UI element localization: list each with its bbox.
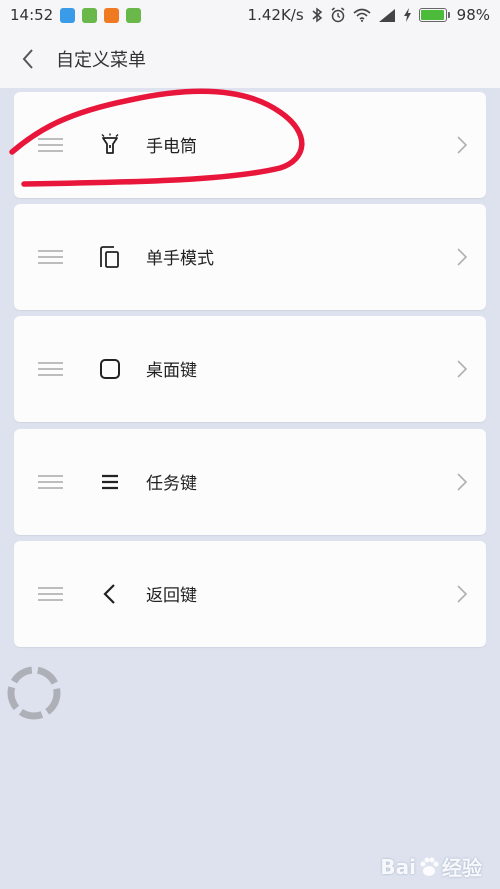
status-bar-left: 14:52	[0, 6, 142, 24]
menu-item-label: 返回键	[146, 586, 197, 606]
battery-percent: 98%	[456, 6, 490, 24]
chevron-right-icon	[457, 585, 468, 603]
usb-icon	[60, 7, 76, 23]
back-key-icon	[103, 584, 115, 604]
menu-item-label: 单手模式	[146, 249, 214, 269]
loading-spinner-icon	[7, 666, 61, 720]
bluetooth-icon	[312, 7, 322, 23]
chevron-right-icon	[457, 360, 468, 378]
network-speed: 1.42K/s	[247, 6, 304, 24]
menu-item-label: 桌面键	[146, 361, 197, 381]
list-item-flashlight[interactable]: 手电筒	[14, 92, 486, 198]
signal-icon	[378, 9, 395, 22]
list-item-back-key[interactable]: 返回键	[14, 541, 486, 647]
task-key-icon	[102, 474, 118, 490]
drag-handle-icon[interactable]	[38, 362, 63, 376]
chevron-right-icon	[457, 136, 468, 154]
app-header: 自定义菜单	[0, 30, 500, 88]
baidu-paw-icon	[420, 857, 439, 876]
page-title: 自定义菜单	[56, 50, 146, 71]
drag-handle-icon[interactable]	[38, 587, 63, 601]
back-button[interactable]	[0, 30, 56, 88]
storage-icon	[82, 7, 98, 23]
list-item-task-key[interactable]: 任务键	[14, 429, 486, 535]
watermark-suffix: 经验	[442, 856, 482, 880]
alarm-icon	[331, 7, 345, 23]
home-key-icon	[100, 359, 120, 379]
baidu-watermark: Bai 经验	[380, 852, 482, 881]
chevron-right-icon	[457, 473, 468, 491]
battery-icon	[418, 8, 450, 22]
one-hand-mode-icon	[100, 246, 119, 268]
clock: 14:52	[10, 6, 54, 24]
drag-handle-icon[interactable]	[38, 138, 63, 152]
charging-icon	[403, 8, 411, 22]
chevron-right-icon	[457, 248, 468, 266]
app-orange-icon	[104, 7, 120, 23]
chevron-left-icon	[22, 49, 33, 69]
menu-item-label: 任务键	[146, 474, 197, 494]
wifi-icon	[353, 8, 371, 22]
drag-handle-icon[interactable]	[38, 475, 63, 489]
list-item-one-hand-mode[interactable]: 单手模式	[14, 204, 486, 310]
watermark-brand: Bai	[380, 854, 416, 879]
android-icon	[126, 7, 142, 23]
list-item-home-key[interactable]: 桌面键	[14, 316, 486, 422]
drag-handle-icon[interactable]	[38, 250, 63, 264]
flashlight-icon	[101, 133, 119, 154]
status-bar: 14:52 1.42K/s 98%	[0, 0, 500, 30]
menu-item-label: 手电筒	[146, 137, 197, 157]
status-bar-right: 1.42K/s 98%	[248, 6, 500, 24]
